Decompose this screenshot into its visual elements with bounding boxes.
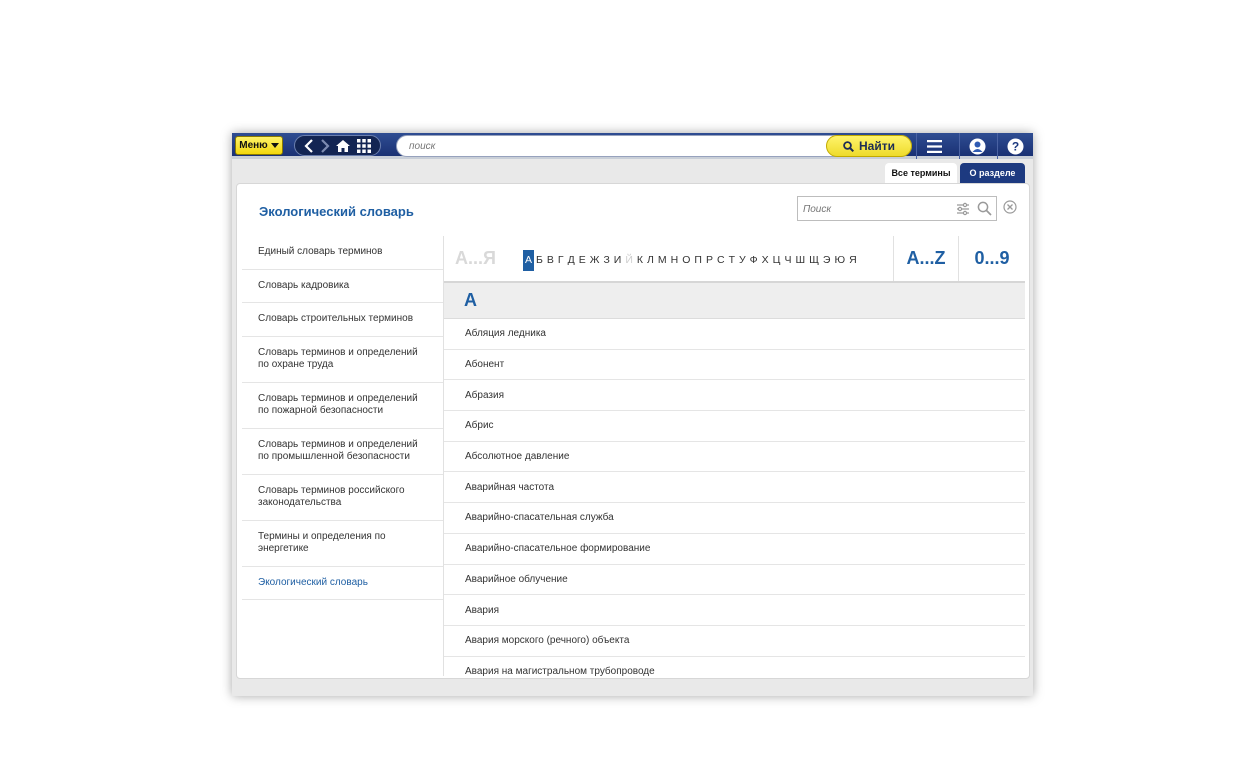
alphabet-letter[interactable]: В	[545, 250, 556, 271]
digit-range-tab[interactable]: 0...9	[958, 236, 1025, 281]
search-icon[interactable]	[977, 201, 992, 221]
sidebar-item-energy[interactable]: Термины и определения по энергетике	[242, 521, 443, 567]
alphabet-letter[interactable]: Ш	[793, 250, 807, 271]
term-list-item[interactable]: Абразия	[444, 380, 1025, 412]
global-search: Найти	[396, 135, 912, 157]
alphabet-letter[interactable]: Щ	[807, 250, 821, 271]
terms-content: А...Я АБВГДЕЖЗИЙКЛМНОПРСТУФХЦЧШЩЭЮЯ A...…	[444, 236, 1025, 676]
alphabet-letter[interactable]: О	[680, 250, 692, 271]
alphabet-letter[interactable]: Ж	[588, 250, 602, 271]
chevron-down-icon	[270, 143, 279, 148]
term-list-item[interactable]: Аварийно-спасательное формирование	[444, 534, 1025, 565]
term-list-item[interactable]: Абляция ледника	[444, 319, 1025, 350]
sidebar-item-construction[interactable]: Словарь строительных терминов	[242, 303, 443, 337]
letter-section-header: А	[444, 283, 1025, 319]
alphabet-letter[interactable]: А	[523, 250, 535, 271]
search-icon	[843, 140, 854, 152]
alphabet-letter[interactable]: Г	[556, 250, 566, 271]
term-list-item[interactable]: Абсолютное давление	[444, 442, 1025, 473]
close-icon[interactable]	[1003, 200, 1017, 219]
term-list-item[interactable]: Аварийная частота	[444, 472, 1025, 504]
global-search-input[interactable]	[409, 139, 809, 153]
hamburger-menu-icon[interactable]	[916, 133, 952, 159]
term-list-item[interactable]: Абонент	[444, 350, 1025, 381]
alphabet-letter[interactable]: У	[737, 250, 748, 271]
alphabet-letter[interactable]: Ц	[771, 250, 783, 271]
alphabet-letter[interactable]: Б	[534, 250, 545, 271]
term-list-item[interactable]: Авария на магистральном трубопроводе	[444, 657, 1025, 676]
alphabet-letters: АБВГДЕЖЗИЙКЛМНОПРСТУФХЦЧШЩЭЮЯ	[523, 250, 859, 271]
back-arrow-icon[interactable]	[304, 138, 314, 153]
alphabet-letter[interactable]: Т	[727, 250, 737, 271]
sidebar-item-ecology[interactable]: Экологический словарь	[242, 567, 443, 600]
alphabet-letter[interactable]: Р	[704, 250, 715, 271]
alphabet-letter[interactable]: Х	[760, 250, 771, 271]
alphabet-letter[interactable]: И	[612, 250, 624, 271]
sidebar-item-unified[interactable]: Единый словарь терминов	[242, 236, 443, 270]
alphabet-letter: Й	[625, 254, 633, 266]
filter-search-input[interactable]	[803, 202, 943, 216]
home-icon[interactable]	[335, 139, 351, 153]
help-icon[interactable]: ?	[997, 133, 1033, 159]
alphabet-letter[interactable]: Ю	[832, 250, 847, 271]
dictionary-sidebar: Единый словарь терминов Словарь кадровик…	[242, 236, 444, 676]
alphabet-bar: А...Я АБВГДЕЖЗИЙКЛМНОПРСТУФХЦЧШЩЭЮЯ A...…	[444, 236, 1025, 283]
svg-text:?: ?	[1012, 139, 1019, 153]
sidebar-item-legislation[interactable]: Словарь терминов российского законодател…	[242, 475, 443, 521]
tab-all-terms[interactable]: Все термины	[885, 163, 957, 183]
tab-about-section[interactable]: О разделе	[960, 163, 1025, 183]
alphabet-letter[interactable]: З	[601, 250, 611, 271]
term-list-item[interactable]: Авария	[444, 595, 1025, 626]
alphabet-letter[interactable]: Ч	[782, 250, 793, 271]
menu-label: Меню	[239, 140, 268, 151]
filter-settings-icon[interactable]	[956, 202, 970, 221]
grid-apps-icon[interactable]	[357, 138, 372, 153]
alphabet-letter[interactable]: Э	[821, 250, 833, 271]
section-letter: А	[464, 290, 477, 310]
alphabet-letter[interactable]: П	[692, 250, 704, 271]
alphabet-letter[interactable]: К	[635, 250, 645, 271]
term-list-item[interactable]: Авария морского (речного) объекта	[444, 626, 1025, 657]
alphabet-letter[interactable]: Е	[577, 250, 588, 271]
alphabet-letter[interactable]: Л	[645, 250, 656, 271]
top-toolbar: Меню Най	[232, 133, 1033, 159]
dictionary-panel: Экологический словарь Единый словарь тер…	[236, 183, 1030, 679]
forward-arrow-icon[interactable]	[320, 138, 330, 153]
find-button-label: Найти	[859, 139, 895, 153]
alphabet-letter[interactable]: Н	[669, 250, 681, 271]
alphabet-letter[interactable]: М	[656, 250, 669, 271]
alphabet-letter[interactable]: Ф	[748, 250, 760, 271]
page-title: Экологический словарь	[259, 204, 414, 219]
alphabet-letter[interactable]: Д	[566, 250, 577, 271]
alphabet-letter[interactable]: Я	[847, 250, 859, 271]
sidebar-item-industrial-safety[interactable]: Словарь терминов и определений по промыш…	[242, 429, 443, 475]
term-list-item[interactable]: Аварийное облучение	[444, 565, 1025, 596]
cyrillic-range-tab[interactable]: А...Я	[455, 248, 496, 269]
sidebar-item-hr[interactable]: Словарь кадровика	[242, 270, 443, 303]
user-profile-icon[interactable]	[959, 133, 995, 159]
sidebar-item-labor-safety[interactable]: Словарь терминов и определений по охране…	[242, 337, 443, 383]
terms-list: Абляция ледника Абонент Абразия Абрис Абсолю…	[444, 319, 1025, 676]
menu-button[interactable]: Меню	[235, 136, 283, 155]
app-window: Меню Най	[232, 133, 1033, 696]
alphabet-letter[interactable]: С	[715, 250, 727, 271]
nav-group	[294, 135, 381, 156]
sidebar-item-fire-safety[interactable]: Словарь терминов и определений по пожарн…	[242, 383, 443, 429]
term-list-item[interactable]: Аварийно-спасательная служба	[444, 503, 1025, 534]
find-button[interactable]: Найти	[826, 135, 912, 157]
term-list-item[interactable]: Абрис	[444, 411, 1025, 442]
latin-range-tab[interactable]: A...Z	[893, 236, 958, 281]
filter-search-box	[797, 196, 997, 221]
